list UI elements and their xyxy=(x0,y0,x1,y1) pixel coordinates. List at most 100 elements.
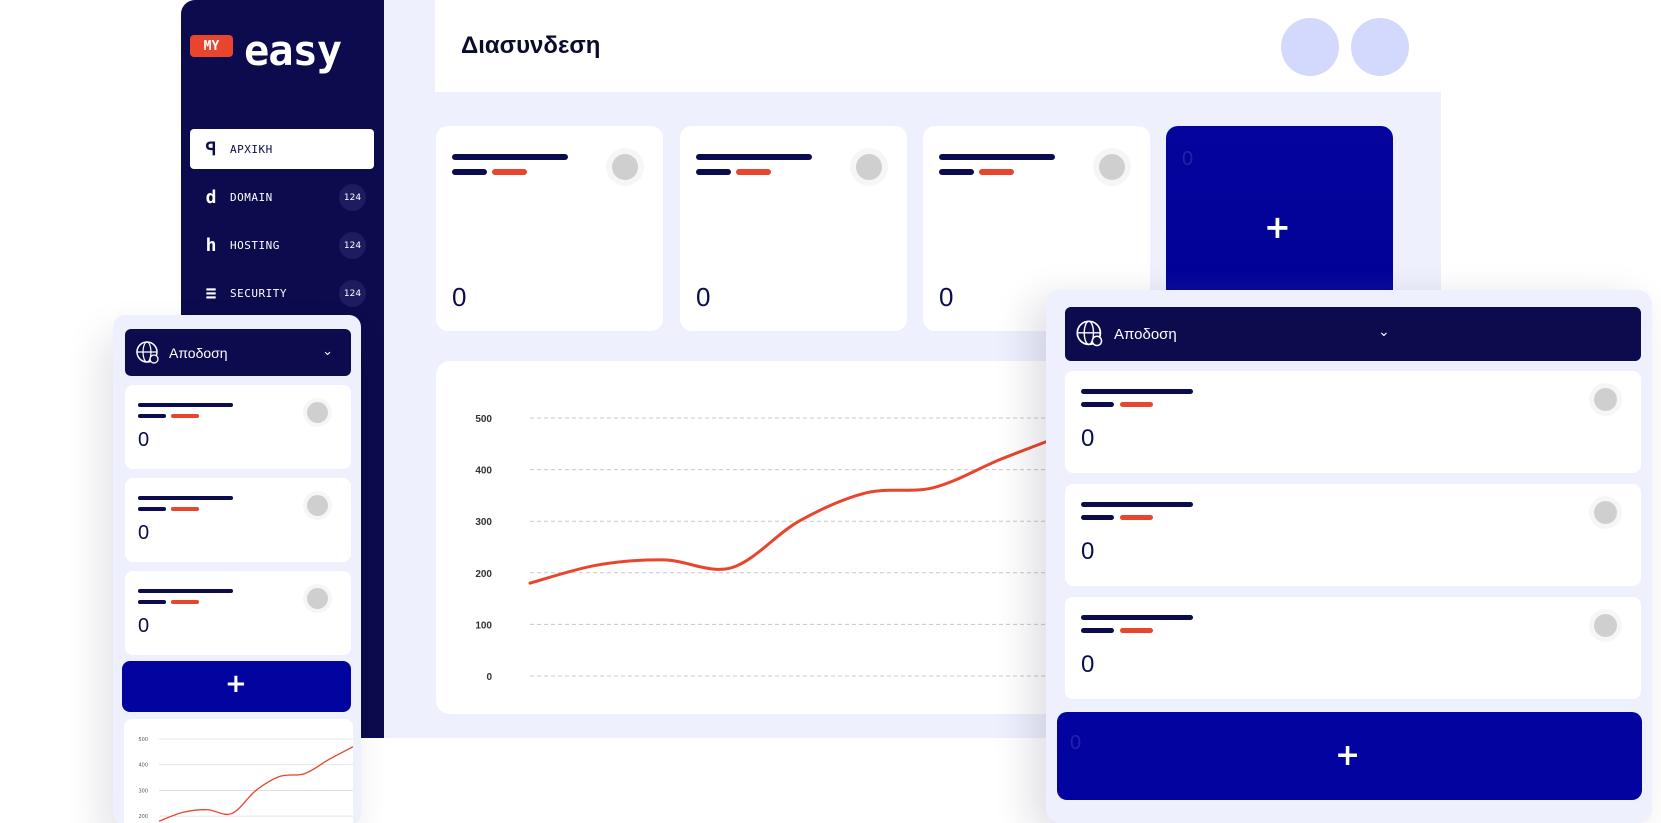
y-tick-label: 100 xyxy=(475,620,492,631)
y-tick-label: 500 xyxy=(138,737,148,743)
performance-dropdown[interactable]: Αποδοση ⌄ xyxy=(125,329,351,376)
stat-value: 0 xyxy=(138,615,150,637)
top-bar: Διασυνδεση xyxy=(435,0,1441,92)
placeholder-bar xyxy=(1081,502,1193,507)
stage: MY easy ꟼ ΑΡΧΙΚΗ d DOMAIN 124 h HOSTING … xyxy=(0,0,1661,823)
status-dot xyxy=(307,402,328,423)
count-badge: 124 xyxy=(339,184,366,211)
stat-card[interactable]: 0 xyxy=(125,571,351,655)
placeholder-bar xyxy=(1120,515,1153,520)
placeholder-bar xyxy=(736,169,771,175)
ghost-value: 0 xyxy=(1182,148,1194,170)
stat-card[interactable]: 0 xyxy=(125,478,351,562)
sidebar-item-security[interactable]: ≡ SECURITY 124 xyxy=(190,273,374,313)
stat-value: 0 xyxy=(1081,538,1095,565)
placeholder-bar xyxy=(1120,402,1153,407)
chevron-down-icon: ⌄ xyxy=(1378,323,1390,339)
status-dot xyxy=(612,154,638,180)
notification-avatar[interactable] xyxy=(1281,18,1339,76)
placeholder-bar xyxy=(138,600,166,604)
globe-icon xyxy=(1075,319,1105,349)
stat-value: 0 xyxy=(138,522,150,544)
placeholder-bar xyxy=(452,154,568,160)
user-avatar[interactable] xyxy=(1351,18,1409,76)
plus-icon: + xyxy=(1335,738,1361,773)
y-tick-label: 300 xyxy=(475,517,492,528)
status-dot xyxy=(1594,388,1617,411)
y-tick-label: 400 xyxy=(138,763,148,769)
count-badge: 124 xyxy=(339,280,366,307)
placeholder-bar xyxy=(696,169,731,175)
performance-dropdown[interactable]: Αποδοση ⌄ xyxy=(1065,307,1641,361)
placeholder-bar xyxy=(171,507,199,511)
sidebar-item-home[interactable]: ꟼ ΑΡΧΙΚΗ xyxy=(190,129,374,169)
add-button[interactable]: 0 + xyxy=(1057,712,1642,800)
series-line xyxy=(528,431,1070,585)
sidebar-item-label: ΑΡΧΙΚΗ xyxy=(230,142,273,156)
status-dot xyxy=(307,495,328,516)
page-title: Διασυνδεση xyxy=(461,32,601,59)
placeholder-bar xyxy=(1081,402,1114,407)
placeholder-bar xyxy=(138,496,233,500)
placeholder-bar xyxy=(939,169,974,175)
placeholder-bar xyxy=(171,600,199,604)
logo-badge: MY xyxy=(190,35,233,57)
y-tick-label: 200 xyxy=(475,569,492,580)
placeholder-bar xyxy=(696,154,812,160)
stat-value: 0 xyxy=(1081,651,1095,678)
stat-card[interactable]: 0 xyxy=(436,126,663,331)
mobile-preview-panel: Αποδοση ⌄ 0 0 0 + 500 400 300 200 xyxy=(113,315,361,823)
chart-svg: 500 400 300 200 100 0 xyxy=(475,414,1070,683)
stat-card[interactable]: 0 xyxy=(1065,597,1641,699)
add-button[interactable]: + xyxy=(122,661,351,712)
mini-chart: 500 400 300 200 xyxy=(124,719,353,823)
chevron-down-icon: ⌄ xyxy=(322,343,333,358)
placeholder-bar xyxy=(138,403,233,407)
y-tick-label: 400 xyxy=(475,466,492,477)
placeholder-bar xyxy=(492,169,527,175)
sidebar-item-domain[interactable]: d DOMAIN 124 xyxy=(190,177,374,217)
stat-card[interactable]: 0 xyxy=(125,385,351,469)
placeholder-bar xyxy=(1120,628,1153,633)
sidebar-item-label: SECURITY xyxy=(230,286,287,300)
status-dot xyxy=(1594,614,1617,637)
status-dot xyxy=(856,154,882,180)
placeholder-bar xyxy=(452,169,487,175)
ghost-value: 0 xyxy=(1070,732,1082,754)
placeholder-bar xyxy=(138,589,233,593)
series-line xyxy=(158,746,353,822)
dropdown-label: Αποδοση xyxy=(1114,325,1177,343)
placeholder-bar xyxy=(1081,515,1114,520)
placeholder-bar xyxy=(171,414,199,418)
logo-wordmark: easy xyxy=(244,26,342,75)
stat-card[interactable]: 0 xyxy=(680,126,907,331)
security-icon: ≡ xyxy=(205,282,217,304)
sidebar-item-label: DOMAIN xyxy=(230,190,273,204)
sidebar-item-hosting[interactable]: h HOSTING 124 xyxy=(190,225,374,265)
y-tick-label: 500 xyxy=(475,414,492,425)
placeholder-bar xyxy=(939,154,1055,160)
stat-value: 0 xyxy=(138,429,150,451)
stat-value: 0 xyxy=(939,282,954,312)
plus-icon: + xyxy=(225,669,247,699)
sidebar-item-label: HOSTING xyxy=(230,238,280,252)
stat-value: 0 xyxy=(452,282,467,312)
dropdown-label: Αποδοση xyxy=(169,344,228,361)
stat-card[interactable]: 0 xyxy=(1065,371,1641,473)
count-badge: 124 xyxy=(339,232,366,259)
placeholder-bar xyxy=(1081,628,1114,633)
placeholder-bar xyxy=(138,414,166,418)
status-dot xyxy=(1099,154,1125,180)
placeholder-bar xyxy=(1081,389,1193,394)
stat-value: 0 xyxy=(696,282,711,312)
placeholder-bar xyxy=(138,507,166,511)
hosting-icon: h xyxy=(205,234,217,256)
placeholder-bar xyxy=(979,169,1014,175)
status-dot xyxy=(307,588,328,609)
performance-chart: 500 400 300 200 100 0 xyxy=(436,361,1076,714)
mini-chart-svg: 500 400 300 200 xyxy=(138,737,353,822)
tablet-preview-panel: Αποδοση ⌄ 0 0 0 0 + xyxy=(1046,290,1652,823)
stat-card[interactable]: 0 xyxy=(1065,484,1641,586)
y-tick-label: 200 xyxy=(138,814,148,820)
plus-icon: + xyxy=(1264,208,1291,246)
